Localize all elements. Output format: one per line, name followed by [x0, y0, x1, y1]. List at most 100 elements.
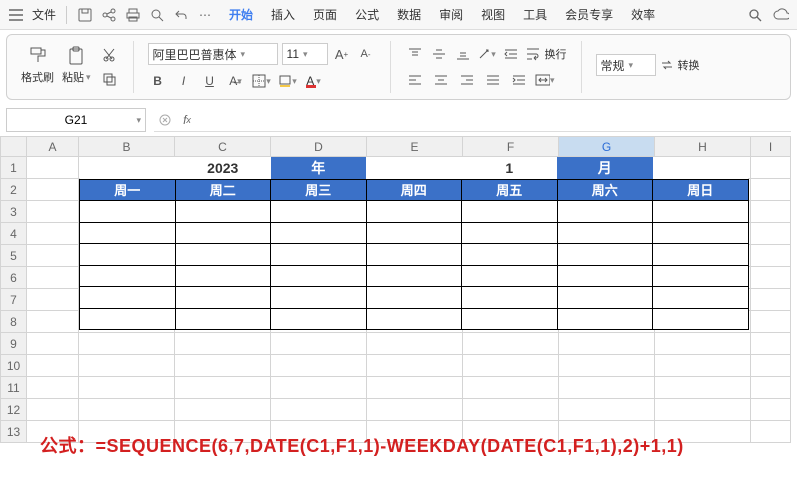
strikethrough-button[interactable]: A̶▾ [226, 71, 246, 91]
weekday-header[interactable]: 周五 [462, 179, 558, 201]
row-header[interactable]: 10 [1, 355, 27, 377]
cell[interactable] [27, 179, 79, 201]
tab-view[interactable]: 视图 [479, 6, 507, 23]
cell[interactable] [27, 267, 79, 289]
cell[interactable] [463, 333, 559, 355]
more-icon[interactable]: ⋯ [197, 7, 213, 23]
cell[interactable] [80, 157, 176, 179]
save-icon[interactable] [77, 7, 93, 23]
cell[interactable] [655, 333, 751, 355]
orientation-icon[interactable]: ▾ [477, 44, 497, 64]
tab-page[interactable]: 页面 [311, 6, 339, 23]
cell[interactable] [751, 179, 791, 201]
row-header[interactable]: 11 [1, 377, 27, 399]
cell[interactable] [559, 333, 655, 355]
cell[interactable] [655, 355, 751, 377]
cell[interactable] [751, 157, 791, 179]
paste-button[interactable]: 粘贴▾ [62, 45, 91, 89]
weekday-header[interactable]: 周一 [80, 179, 176, 201]
col-header[interactable]: F [463, 137, 559, 157]
fx-icon[interactable]: fx [176, 109, 198, 131]
decrease-font-icon[interactable]: A- [356, 44, 376, 64]
cell[interactable] [751, 245, 791, 267]
cell[interactable] [367, 333, 463, 355]
weekday-header[interactable]: 周日 [653, 179, 749, 201]
row-header[interactable]: 9 [1, 333, 27, 355]
cell[interactable] [367, 355, 463, 377]
number-format-combo[interactable]: 常规▾ [596, 54, 656, 76]
cell[interactable] [271, 399, 367, 421]
cell[interactable] [655, 377, 751, 399]
tab-efficiency[interactable]: 效率 [629, 6, 657, 23]
merge-button[interactable]: ▾ [535, 70, 555, 90]
name-box-dropdown-icon[interactable]: ▾ [136, 115, 141, 126]
cell[interactable] [271, 333, 367, 355]
cell[interactable] [366, 157, 462, 179]
cell[interactable] [27, 333, 79, 355]
cell[interactable] [27, 157, 79, 179]
cancel-formula-icon[interactable] [154, 109, 176, 131]
convert-button[interactable]: 转换 [660, 57, 700, 73]
col-header[interactable]: G [559, 137, 655, 157]
cut-icon[interactable] [99, 45, 119, 65]
cell[interactable] [751, 223, 791, 245]
font-size-combo[interactable]: 11▾ [282, 43, 328, 65]
cell[interactable] [27, 201, 79, 223]
cell[interactable] [751, 377, 791, 399]
row-header[interactable]: 4 [1, 223, 27, 245]
font-color-button[interactable]: A▾ [304, 71, 324, 91]
cell-month[interactable]: 1 [462, 157, 558, 179]
row-header[interactable]: 1 [1, 157, 27, 179]
cell[interactable] [559, 377, 655, 399]
cell[interactable] [271, 377, 367, 399]
cell[interactable] [367, 399, 463, 421]
cell[interactable] [79, 377, 175, 399]
cell[interactable] [27, 311, 79, 333]
search-icon[interactable] [747, 7, 763, 23]
cell[interactable] [751, 355, 791, 377]
col-header[interactable]: I [751, 137, 791, 157]
align-left-icon[interactable] [405, 70, 425, 90]
copy-icon[interactable] [99, 69, 119, 89]
cell-year-label[interactable]: 年 [271, 157, 367, 179]
cell[interactable] [653, 157, 749, 179]
cell[interactable] [175, 333, 271, 355]
row-header[interactable]: 5 [1, 245, 27, 267]
cell[interactable] [27, 377, 79, 399]
increase-font-icon[interactable]: A+ [332, 44, 352, 64]
cell[interactable] [27, 223, 79, 245]
print-icon[interactable] [125, 7, 141, 23]
preview-icon[interactable] [149, 7, 165, 23]
row-header[interactable]: 6 [1, 267, 27, 289]
weekday-header[interactable]: 周四 [366, 179, 462, 201]
name-box-input[interactable] [7, 113, 145, 127]
format-painter-button[interactable]: 格式刷 [21, 45, 54, 89]
cloud-icon[interactable] [773, 7, 789, 23]
underline-button[interactable]: U [200, 71, 220, 91]
col-header[interactable]: D [271, 137, 367, 157]
tab-insert[interactable]: 插入 [269, 6, 297, 23]
undo-icon[interactable] [173, 7, 189, 23]
cell[interactable] [27, 355, 79, 377]
cell[interactable] [175, 399, 271, 421]
cell[interactable] [463, 377, 559, 399]
cell[interactable] [175, 355, 271, 377]
cell[interactable] [751, 421, 791, 443]
tab-review[interactable]: 审阅 [437, 6, 465, 23]
cell[interactable] [463, 355, 559, 377]
align-center-icon[interactable] [431, 70, 451, 90]
cell[interactable] [27, 289, 79, 311]
cell[interactable] [27, 399, 79, 421]
tab-start[interactable]: 开始 [227, 6, 255, 23]
name-box[interactable]: ▾ [6, 108, 146, 132]
cell[interactable] [27, 245, 79, 267]
cell-month-label[interactable]: 月 [557, 157, 653, 179]
formula-input[interactable] [198, 113, 791, 127]
bold-button[interactable]: B [148, 71, 168, 91]
cell[interactable] [367, 377, 463, 399]
cell-year[interactable]: 2023 [175, 157, 271, 179]
hamburger-icon[interactable] [8, 7, 24, 23]
row-header[interactable]: 8 [1, 311, 27, 333]
indent-decrease-icon[interactable] [501, 44, 521, 64]
row-header[interactable]: 3 [1, 201, 27, 223]
